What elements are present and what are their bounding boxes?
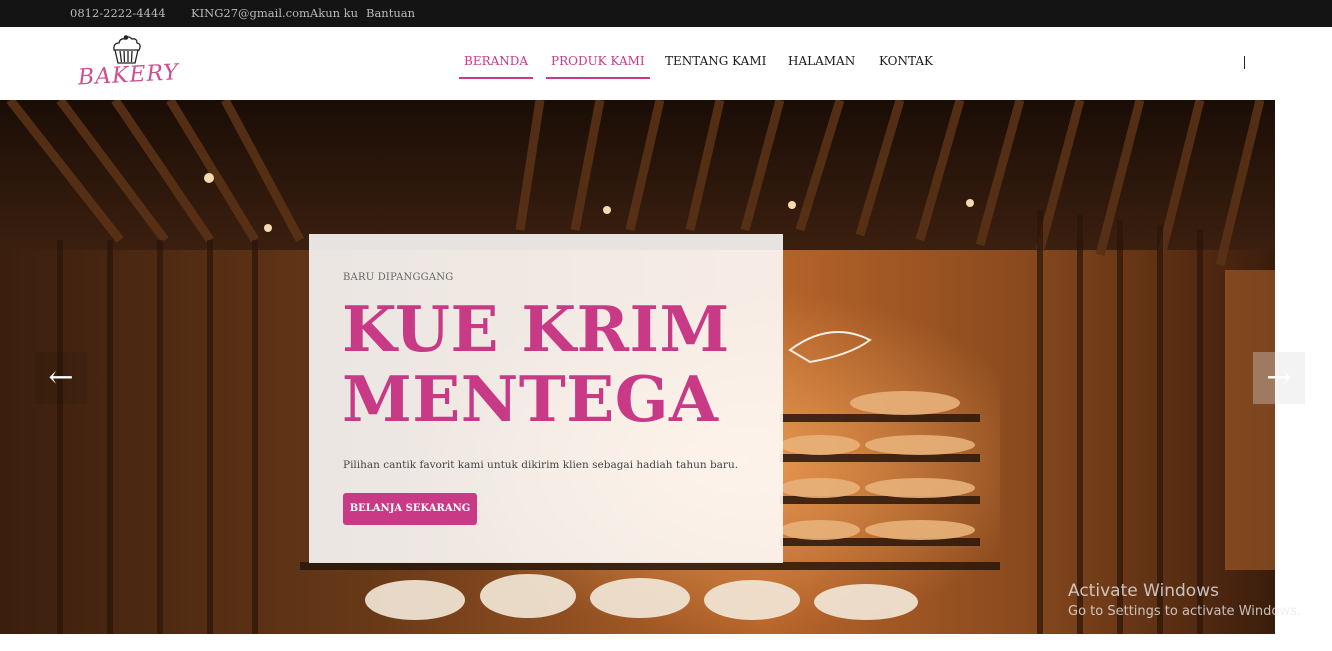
prev-slide-arrow-icon[interactable]: ← — [35, 352, 87, 404]
hero-title-line-1: KUE KRIM — [342, 292, 730, 366]
nav-item-tentang-kami[interactable]: TENTANG KAMI — [665, 54, 766, 68]
nav-item-produk-kami[interactable]: PRODUK KAMI — [546, 54, 650, 79]
hero-description: Pilihan cantik favorit kami untuk dikiri… — [343, 459, 739, 471]
shop-now-button[interactable]: BELANJA SEKARANG — [343, 493, 477, 525]
nav-item-label: HALAMAN — [788, 54, 856, 68]
text-cursor — [1244, 56, 1245, 69]
nav-item-label: PRODUK KAMI — [551, 54, 645, 68]
email-account-link[interactable]: KING27@gmail.comAkun ku — [191, 6, 358, 20]
watermark-subtitle: Go to Settings to activate Windows. — [1068, 604, 1301, 619]
next-slide-arrow-icon[interactable]: → — [1253, 352, 1305, 404]
help-link[interactable]: Bantuan — [366, 6, 415, 20]
nav-active-underline — [546, 77, 650, 79]
nav-item-halaman[interactable]: HALAMAN — [788, 54, 855, 68]
nav-item-label: BERANDA — [464, 54, 529, 68]
watermark-title: Activate Windows — [1068, 581, 1219, 601]
hero-title-line-2: MENTEGA — [342, 362, 719, 436]
site-header: BAKERY BERANDA PRODUK KAMI TENTANG KAMI … — [0, 27, 1332, 100]
main-nav: BERANDA PRODUK KAMI TENTANG KAMI HALAMAN… — [0, 27, 1332, 100]
nav-item-label: KONTAK — [879, 54, 933, 68]
nav-item-label: TENTANG KAMI — [665, 54, 767, 68]
hero-title: KUE KRIM MENTEGA — [342, 294, 762, 434]
windows-activation-watermark: Activate Windows Go to Settings to activ… — [1068, 581, 1301, 623]
nav-item-kontak[interactable]: KONTAK — [879, 54, 933, 68]
hero-card: BARU DIPANGGANG KUE KRIM MENTEGA Pilihan… — [309, 234, 783, 563]
hero-kicker: BARU DIPANGGANG — [343, 272, 454, 283]
phone-number[interactable]: 0812-2222-4444 — [70, 6, 166, 20]
nav-item-beranda[interactable]: BERANDA — [459, 54, 534, 79]
hero-slider: BARU DIPANGGANG KUE KRIM MENTEGA Pilihan… — [0, 100, 1275, 634]
nav-active-underline — [459, 77, 534, 79]
top-bar: 0812-2222-4444 KING27@gmail.comAkun ku B… — [0, 0, 1332, 27]
